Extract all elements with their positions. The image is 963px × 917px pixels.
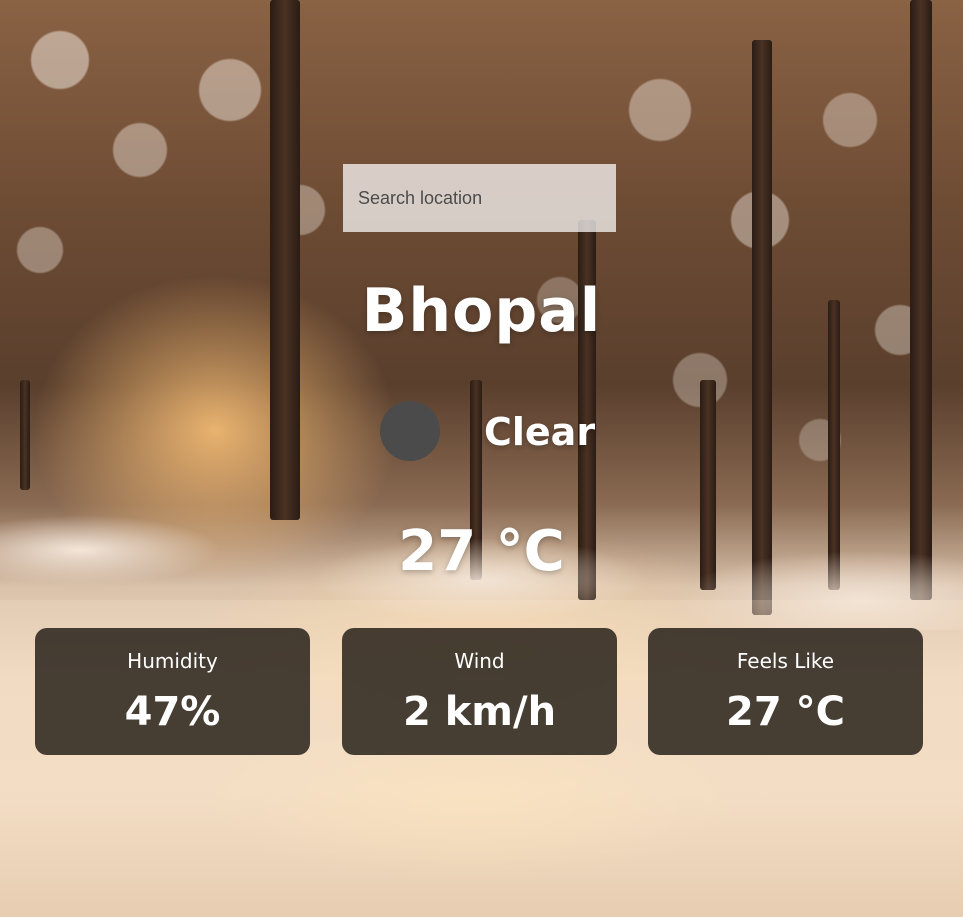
wind-card: Wind 2 km/h bbox=[342, 628, 617, 755]
feels-like-card: Feels Like 27 °C bbox=[648, 628, 923, 755]
humidity-value: 47% bbox=[124, 689, 221, 735]
wind-label: Wind bbox=[454, 649, 505, 673]
tree-trunk bbox=[270, 0, 300, 520]
feels-like-label: Feels Like bbox=[736, 649, 835, 673]
background-image bbox=[0, 0, 963, 917]
search-input[interactable] bbox=[343, 164, 616, 232]
wind-value: 2 km/h bbox=[402, 689, 557, 735]
feels-like-value: 27 °C bbox=[726, 689, 845, 735]
humidity-label: Humidity bbox=[127, 649, 218, 673]
city-name: Bhopal bbox=[361, 276, 602, 346]
weather-condition: Clear bbox=[484, 410, 596, 454]
humidity-card: Humidity 47% bbox=[35, 628, 310, 755]
weather-condition-icon bbox=[380, 401, 440, 461]
tree-trunk bbox=[20, 380, 30, 490]
current-temperature: 27 °C bbox=[398, 519, 565, 584]
